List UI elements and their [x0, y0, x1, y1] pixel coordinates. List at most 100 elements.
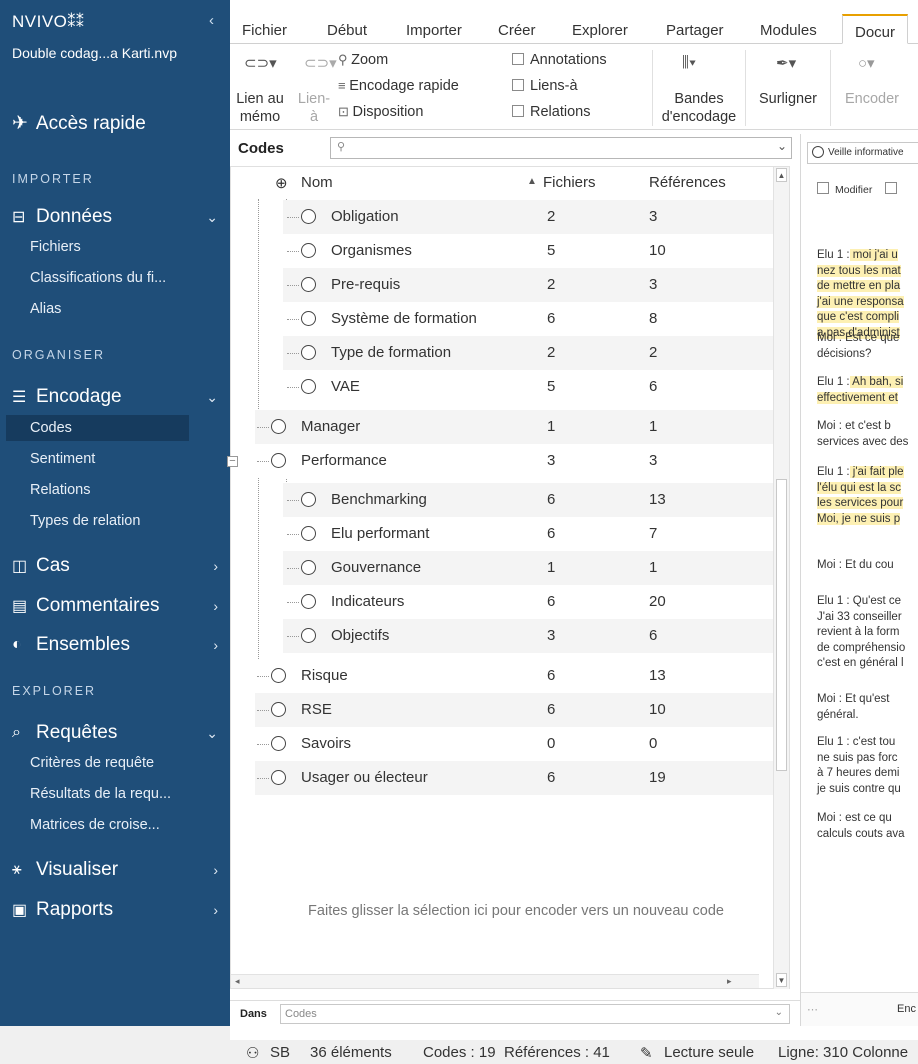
group-encodage[interactable]: ☰ Encodage ⌄	[12, 386, 218, 408]
code-row[interactable]: Gouvernance 1 1	[231, 551, 775, 585]
document-tab[interactable]: Veille informative	[807, 142, 918, 164]
relations-checkbox[interactable]: Relations	[512, 104, 590, 120]
group-ensembles[interactable]: ◐ Ensembles ›	[12, 634, 218, 656]
option-check[interactable]	[885, 182, 898, 194]
code-name: Benchmarking	[331, 491, 427, 508]
modifier-check[interactable]	[817, 182, 829, 194]
transcript-paragraph[interactable]: Elu 1 : Ah bah, si effectivement et	[817, 375, 918, 406]
group-requetes[interactable]: ⌕ Requêtes ⌄	[12, 722, 218, 744]
annotations-checkbox[interactable]: Annotations	[512, 52, 607, 68]
transcript-paragraph[interactable]: Moi : Et du cou	[817, 558, 918, 574]
group-cas[interactable]: ◫ Cas ›	[12, 555, 218, 577]
tab-explorer[interactable]: Explorer	[572, 22, 628, 39]
group-commentaires[interactable]: ▤ Commentaires ›	[12, 595, 218, 617]
code-row[interactable]: Usager ou électeur 6 19	[231, 761, 775, 795]
bandes-encodage-button[interactable]: Bandes d'encodage	[656, 90, 742, 126]
sidebar-item-alias[interactable]: Alias	[6, 296, 189, 322]
transcript-paragraph[interactable]: Elu 1 : moi j'ai u nez tous les mat de met…	[817, 248, 918, 341]
sidebar-item-fichiers[interactable]: Fichiers	[6, 234, 189, 260]
column-files[interactable]: Fichiers	[543, 174, 596, 191]
horizontal-scrollbar[interactable]: ◂ ▸	[231, 974, 759, 988]
sidebar-item-types-relation[interactable]: Types de relation	[6, 508, 189, 534]
lien-memo-button[interactable]: Lien au mémo	[230, 90, 290, 126]
transcript-paragraph[interactable]: Elu 1 : c'est tou ne suis pas forc à 7 heu…	[817, 735, 918, 797]
code-files: 5	[547, 242, 556, 259]
vertical-scrollbar[interactable]: ▲ ▼	[773, 167, 789, 989]
surligner-button[interactable]: Surligner	[748, 90, 828, 108]
collapse-icon[interactable]: −	[227, 456, 238, 467]
code-row[interactable]: VAE 5 6	[231, 370, 775, 404]
encoder-button[interactable]: Encoder	[834, 90, 910, 108]
code-row[interactable]: Manager 1 1	[231, 410, 775, 444]
scrollbar-thumb[interactable]	[776, 479, 787, 771]
code-row[interactable]: Obligation 2 3	[231, 200, 775, 234]
code-row[interactable]: Savoirs 0 0	[231, 727, 775, 761]
column-name[interactable]: Nom	[301, 174, 333, 191]
group-visualiser[interactable]: ⚹ Visualiser ›	[12, 859, 218, 881]
code-row[interactable]: Organismes 5 10	[231, 234, 775, 268]
code-row[interactable]: Objectifs 3 6	[231, 619, 775, 653]
scroll-right-icon[interactable]: ▸	[727, 976, 732, 987]
zoom-button[interactable]: ⚲ Zoom	[338, 52, 388, 68]
code-row[interactable]: Système de formation 6 8	[231, 302, 775, 336]
code-row[interactable]: Elu performant 6 7	[231, 517, 775, 551]
transcript-paragraph[interactable]: Moi : Est ce que décisions?	[817, 331, 918, 362]
sidebar-item-criteres[interactable]: Critères de requête	[6, 750, 189, 776]
transcript-line: Elu 1 : moi j'ai u	[817, 249, 898, 261]
sidebar-item-classifications[interactable]: Classifications du fi...	[6, 265, 189, 291]
annotations-check[interactable]	[512, 53, 524, 65]
column-references[interactable]: Références	[649, 174, 726, 191]
tab-document[interactable]: Docur	[842, 14, 909, 44]
relations-check[interactable]	[512, 105, 524, 117]
transcript-paragraph[interactable]: Moi : est ce qu calculs couts ava	[817, 811, 918, 842]
code-row[interactable]: Pre-requis 2 3	[231, 268, 775, 302]
sidebar-item-codes[interactable]: Codes	[6, 415, 189, 441]
lien-a-button[interactable]: Lien- à	[292, 90, 336, 126]
code-row[interactable]: Performance 3 3	[231, 444, 775, 478]
code-row[interactable]: Benchmarking 6 13	[231, 483, 775, 517]
sidebar-item-resultats[interactable]: Résultats de la requ...	[6, 781, 189, 807]
expand-all-icon[interactable]: ⊕	[275, 174, 288, 192]
transcript-paragraph[interactable]: Moi : et c'est b services avec des	[817, 419, 918, 450]
liens-a-check[interactable]	[512, 79, 524, 91]
drop-zone-hint[interactable]: Faites glisser la sélection ici pour enc…	[271, 903, 761, 919]
tab-modules[interactable]: Modules	[760, 22, 817, 39]
project-name[interactable]: Double codag...a Karti.nvp	[12, 44, 202, 63]
liens-a-checkbox[interactable]: Liens-à	[512, 78, 578, 94]
tab-debut[interactable]: Début	[327, 22, 367, 39]
sidebar-item-matrices[interactable]: Matrices de croise...	[6, 812, 189, 838]
encodage-rapide-button[interactable]: ≡ Encodage rapide	[338, 78, 459, 94]
more-icon[interactable]: ⋯	[807, 1003, 818, 1016]
sidebar-item-relations[interactable]: Relations	[6, 477, 189, 503]
chevron-down-icon[interactable]: ⌄	[777, 139, 787, 153]
encode-label[interactable]: Enc	[897, 1003, 916, 1015]
codes-search-input[interactable]: ⚲ ⌄	[330, 137, 792, 159]
disposition-button[interactable]: ⊡ Disposition	[338, 104, 423, 120]
transcript-line: Elu 1 : Qu'est ce	[817, 595, 902, 607]
in-location-select[interactable]: Codes ⌄	[280, 1004, 790, 1024]
scroll-down-icon[interactable]: ▼	[776, 973, 787, 987]
scroll-left-icon[interactable]: ◂	[235, 976, 240, 987]
quick-access-button[interactable]: ✈ Accès rapide	[12, 112, 146, 135]
code-files: 3	[547, 627, 556, 644]
section-import: IMPORTER	[12, 172, 94, 186]
tab-creer[interactable]: Créer	[498, 22, 536, 39]
tab-fichier[interactable]: Fichier	[242, 22, 287, 39]
code-row[interactable]: Indicateurs 6 20	[231, 585, 775, 619]
tab-importer[interactable]: Importer	[406, 22, 462, 39]
code-row[interactable]: RSE 6 10	[231, 693, 775, 727]
group-donnees[interactable]: ⊟ Données ⌄	[12, 206, 218, 228]
code-files: 5	[547, 378, 556, 395]
group-rapports[interactable]: ▣ Rapports ›	[12, 899, 218, 921]
transcript-paragraph[interactable]: Elu 1 : Qu'est ce J'ai 33 conseiller revie…	[817, 594, 918, 672]
chevron-down-icon: ⌄	[206, 724, 218, 741]
code-row[interactable]: Risque 6 13	[231, 659, 775, 693]
transcript-paragraph[interactable]: Moi : Et qu'est général.	[817, 692, 918, 723]
scroll-up-icon[interactable]: ▲	[776, 168, 787, 182]
modifier-checkbox[interactable]: Modifier	[817, 182, 903, 196]
transcript-paragraph[interactable]: Elu 1 : j'ai fait ple l'élu qui est la sc…	[817, 465, 918, 527]
collapse-sidebar-icon[interactable]: ‹	[209, 12, 214, 29]
sidebar-item-sentiment[interactable]: Sentiment	[6, 446, 189, 472]
code-row[interactable]: Type de formation 2 2	[231, 336, 775, 370]
tab-partager[interactable]: Partager	[666, 22, 724, 39]
